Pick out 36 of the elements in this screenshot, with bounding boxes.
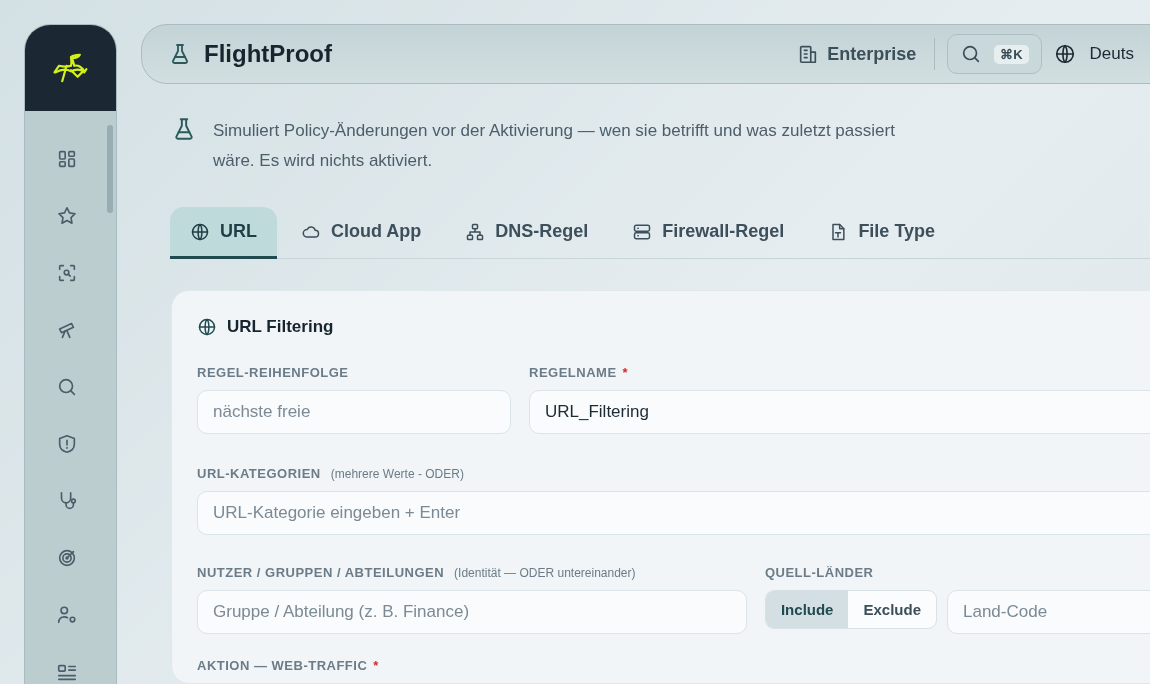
globe-icon <box>197 317 217 337</box>
input-field[interactable]: Land-Code <box>947 590 1150 634</box>
tab[interactable]: DNS-Regel <box>445 207 609 259</box>
tab[interactable]: Cloud App <box>281 207 442 259</box>
language-button[interactable]: Deuts <box>1049 43 1138 65</box>
field-label: QUELL-LÄNDER <box>764 565 874 580</box>
input-field[interactable]: URL_Filtering <box>529 390 1150 434</box>
user-settings-icon <box>55 604 78 626</box>
segment-button[interactable]: Include <box>765 591 849 628</box>
input-field[interactable]: Gruppe / Abteilung (z. B. Finance) <box>197 590 747 634</box>
field-label: NUTZER / GRUPPEN / ABTEILUNGEN <box>197 565 445 580</box>
tab[interactable]: Firewall-Regel <box>612 207 805 259</box>
shortcut-key: ⌘K <box>994 44 1029 64</box>
field-label: AKTION — WEB-TRAFFIC <box>197 658 368 673</box>
globe-icon <box>1053 43 1076 65</box>
field-hint: (mehrere Werte - ODER) <box>330 467 464 481</box>
segment-button[interactable]: Exclude <box>848 591 936 628</box>
required-marker: * <box>622 365 629 380</box>
card-title: URL Filtering <box>227 317 334 337</box>
field-label: REGELNAME <box>529 365 617 380</box>
input-field[interactable]: URL-Kategorie eingeben + Enter <box>197 491 1150 535</box>
globe-icon <box>190 221 210 242</box>
tab[interactable]: File Type <box>808 207 956 259</box>
search-button[interactable]: ⌘K <box>947 34 1042 74</box>
app-title: FlightProof <box>204 40 332 68</box>
input-field[interactable]: nächste freie <box>197 390 511 434</box>
network-icon <box>465 221 486 242</box>
edition-button[interactable]: Enterprise <box>791 43 923 65</box>
field-label: REGEL-REIHENFOLGE <box>197 365 349 380</box>
intro-text: Simuliert Policy-Änderungen vor der Aktivierung — wen sie betrifft und was zuletzt passiert wäre. Es wird nichts aktiviert. <box>213 120 896 172</box>
required-marker: * <box>373 658 379 673</box>
star-icon <box>55 205 78 227</box>
field-hint: (Identität — ODER untereinander) <box>454 566 636 580</box>
tab[interactable]: URL <box>170 207 277 259</box>
scrollbar[interactable] <box>107 125 113 213</box>
field-label: URL-KATEGORIEN <box>197 466 321 481</box>
